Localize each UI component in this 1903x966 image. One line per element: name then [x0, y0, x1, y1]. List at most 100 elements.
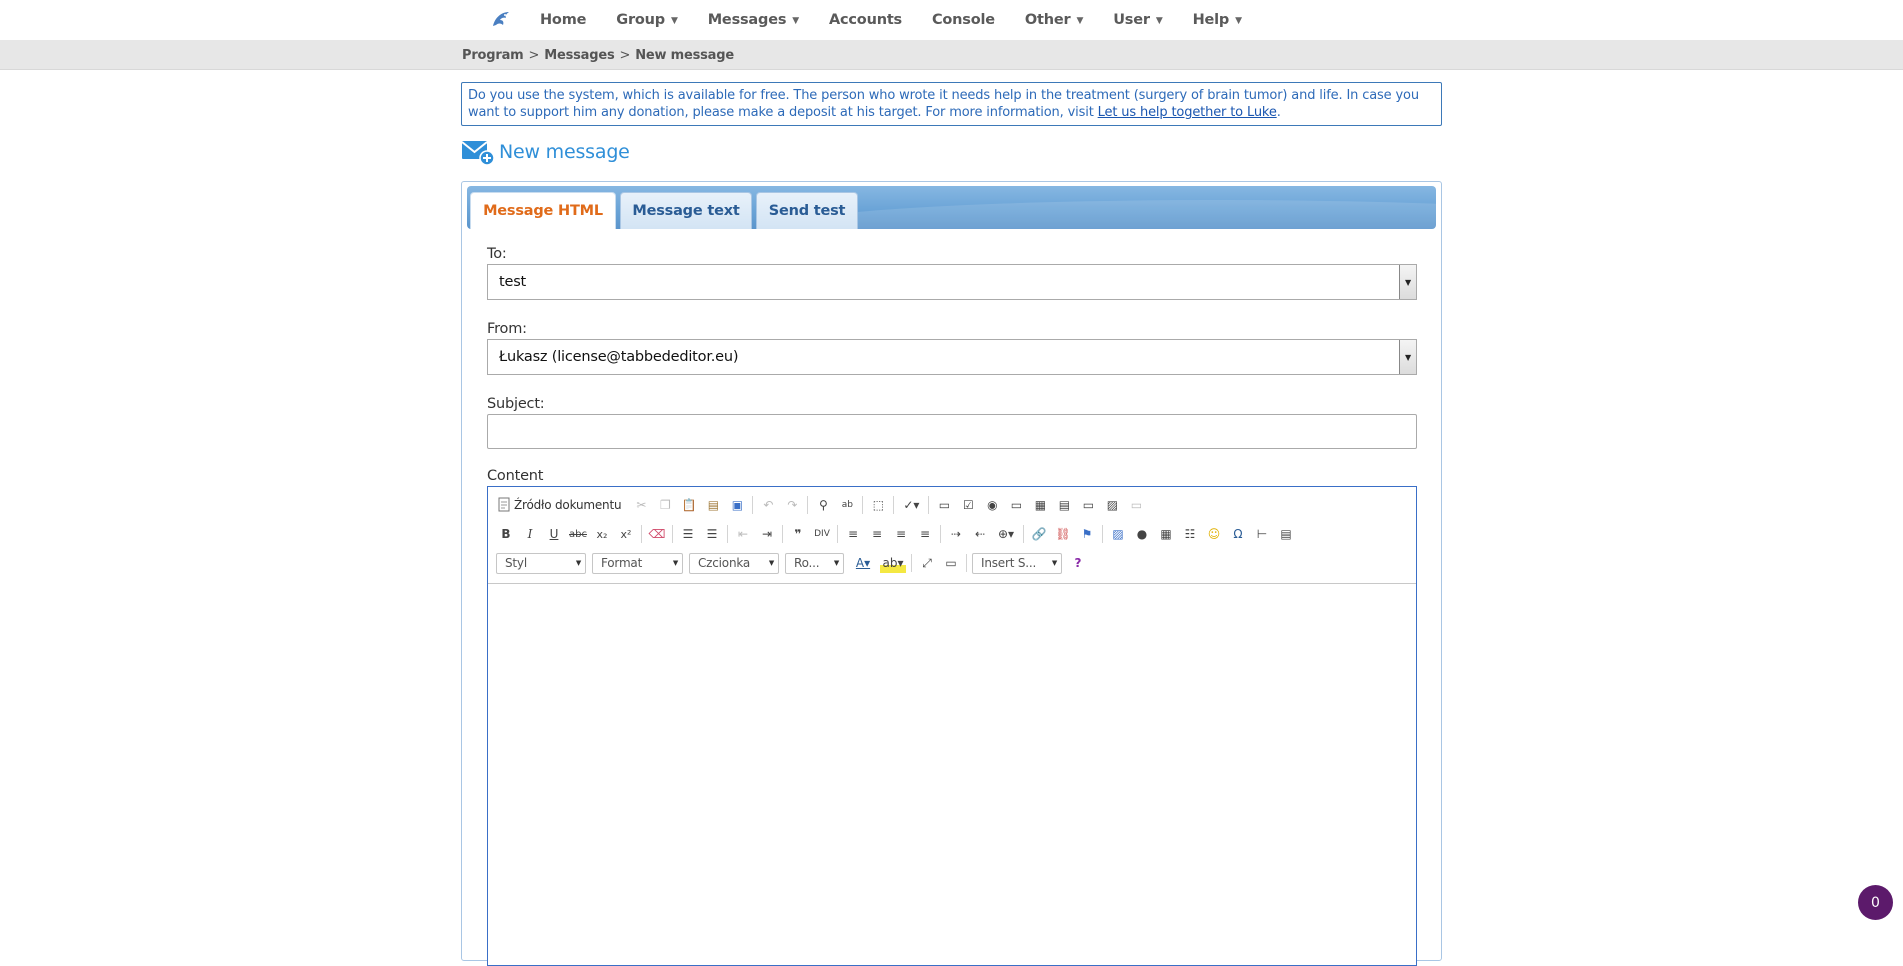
special-char-icon[interactable]: Ω — [1228, 524, 1248, 544]
numbered-list-icon[interactable]: ☰ — [678, 524, 698, 544]
insert-snippet-combo[interactable]: Insert S... ▼ — [972, 552, 1062, 574]
nav-help[interactable]: Help ▼ — [1193, 12, 1242, 28]
page-title: New message — [499, 141, 630, 163]
image-button-icon[interactable]: ▨ — [1102, 495, 1122, 515]
editor-content-area[interactable] — [488, 584, 1416, 965]
strike-icon[interactable]: abc — [568, 524, 588, 544]
checkbox-icon[interactable]: ☑ — [958, 495, 978, 515]
nav-user[interactable]: User ▼ — [1113, 12, 1163, 28]
align-center-icon[interactable]: ≡ — [867, 524, 887, 544]
nav-accounts[interactable]: Accounts — [829, 12, 902, 28]
button-field-icon[interactable]: ▭ — [1078, 495, 1098, 515]
toolbar-separator — [672, 525, 673, 543]
dropdown-arrow-icon[interactable]: ▼ — [1399, 340, 1416, 374]
tab-message-html[interactable]: Message HTML — [470, 192, 616, 229]
toolbar-separator — [807, 496, 809, 514]
breadcrumb-program[interactable]: Program — [462, 48, 524, 63]
page-title-row: New message — [461, 138, 630, 166]
replace-icon[interactable]: ab — [837, 495, 857, 515]
div-container-icon[interactable]: DIV — [812, 524, 832, 544]
format-combo[interactable]: Format ▼ — [592, 552, 683, 574]
show-blocks-icon[interactable]: ▭ — [941, 553, 961, 573]
justify-icon[interactable]: ≡ — [915, 524, 935, 544]
iframe-icon[interactable]: ▤ — [1276, 524, 1296, 544]
nav-group-label: Group — [616, 12, 665, 28]
outdent-icon[interactable]: ⇤ — [733, 524, 753, 544]
textarea-icon[interactable]: ▦ — [1030, 495, 1050, 515]
ltr-icon[interactable]: ⇢ — [946, 524, 966, 544]
rtl-icon[interactable]: ⇠ — [970, 524, 990, 544]
smiley-icon[interactable]: ☺ — [1204, 524, 1224, 544]
nav-help-label: Help — [1192, 12, 1230, 28]
bg-color-icon[interactable]: ab▾ — [880, 553, 906, 573]
indent-icon[interactable]: ⇥ — [757, 524, 777, 544]
table-icon[interactable]: ▦ — [1156, 524, 1176, 544]
blockquote-icon[interactable]: ❞ — [788, 524, 808, 544]
maximize-icon[interactable]: ⤢ — [917, 553, 937, 573]
to-value: test — [499, 274, 527, 290]
radio-icon[interactable]: ◉ — [982, 495, 1002, 515]
select-all-icon[interactable]: ⬚ — [868, 495, 888, 515]
paste-icon[interactable]: 📋 — [679, 495, 699, 515]
notice-link[interactable]: Let us help together to Luke — [1098, 105, 1277, 120]
text-color-icon[interactable]: A▾ — [850, 553, 876, 573]
find-icon[interactable]: ⚲ — [813, 495, 833, 515]
font-combo[interactable]: Czcionka ▼ — [689, 552, 779, 574]
bullet-list-icon[interactable]: ☰ — [702, 524, 722, 544]
undo-icon[interactable]: ↶ — [758, 495, 778, 515]
toolbar-separator — [893, 496, 895, 514]
chevron-down-icon: ▼ — [672, 559, 678, 567]
spellcheck-icon[interactable]: ✓▾ — [899, 495, 923, 515]
nav-group[interactable]: Group ▼ — [616, 12, 678, 28]
nav-accounts-label: Accounts — [829, 12, 902, 28]
source-icon — [498, 497, 510, 512]
tab-send-test[interactable]: Send test — [756, 192, 858, 229]
italic-icon[interactable]: I — [520, 524, 540, 544]
style-combo[interactable]: Styl ▼ — [496, 552, 586, 574]
image-icon[interactable]: ▨ — [1108, 524, 1128, 544]
paste-text-icon[interactable]: ▤ — [703, 495, 723, 515]
page-break-icon[interactable]: ⊢ — [1252, 524, 1272, 544]
subject-input[interactable] — [487, 414, 1417, 449]
align-left-icon[interactable]: ≡ — [843, 524, 863, 544]
source-button[interactable]: Źródło dokumentu — [496, 497, 622, 513]
paste-word-icon[interactable]: ▣ — [727, 495, 747, 515]
chevron-down-icon: ▼ — [1235, 16, 1242, 26]
to-select[interactable]: test ▼ — [487, 264, 1417, 300]
redo-icon[interactable]: ↷ — [782, 495, 802, 515]
cut-icon[interactable]: ✂ — [631, 495, 651, 515]
horizontal-line-icon[interactable]: ☷ — [1180, 524, 1200, 544]
select-field-icon[interactable]: ▤ — [1054, 495, 1074, 515]
unlink-icon[interactable]: ⛓ — [1053, 524, 1073, 544]
dolphin-logo-icon[interactable] — [488, 7, 514, 33]
toolbar-separator — [862, 496, 864, 514]
nav-other[interactable]: Other ▼ — [1025, 12, 1084, 28]
notification-badge[interactable]: 0 — [1858, 885, 1893, 920]
flash-icon[interactable]: ● — [1132, 524, 1152, 544]
dropdown-arrow-icon[interactable]: ▼ — [1399, 265, 1416, 299]
nav-home[interactable]: Home — [540, 12, 586, 28]
underline-icon[interactable]: U — [544, 524, 564, 544]
hidden-field-icon[interactable]: ▭ — [1126, 495, 1146, 515]
link-icon[interactable]: 🔗 — [1029, 524, 1049, 544]
subscript-icon[interactable]: x₂ — [592, 524, 612, 544]
language-icon[interactable]: ⊕▾ — [994, 524, 1018, 544]
nav-console[interactable]: Console — [932, 12, 995, 28]
form-icon[interactable]: ▭ — [934, 495, 954, 515]
breadcrumb-messages[interactable]: Messages — [544, 48, 614, 63]
textfield-icon[interactable]: ▭ — [1006, 495, 1026, 515]
align-right-icon[interactable]: ≡ — [891, 524, 911, 544]
superscript-icon[interactable]: x² — [616, 524, 636, 544]
nav-messages-label: Messages — [707, 12, 787, 28]
from-select[interactable]: Łukasz (license@tabbededitor.eu) ▼ — [487, 339, 1417, 375]
help-icon[interactable]: ? — [1068, 553, 1088, 573]
copy-icon[interactable]: ❐ — [655, 495, 675, 515]
size-combo[interactable]: Ro... ▼ — [785, 552, 844, 574]
remove-format-icon[interactable]: ⌫ — [647, 524, 667, 544]
tab-message-text[interactable]: Message text — [620, 192, 752, 229]
insert-combo-label: Insert S... — [981, 556, 1037, 570]
nav-messages[interactable]: Messages ▼ — [708, 12, 799, 28]
bold-icon[interactable]: B — [496, 524, 516, 544]
chevron-down-icon: ▼ — [575, 559, 581, 567]
anchor-icon[interactable]: ⚑ — [1077, 524, 1097, 544]
